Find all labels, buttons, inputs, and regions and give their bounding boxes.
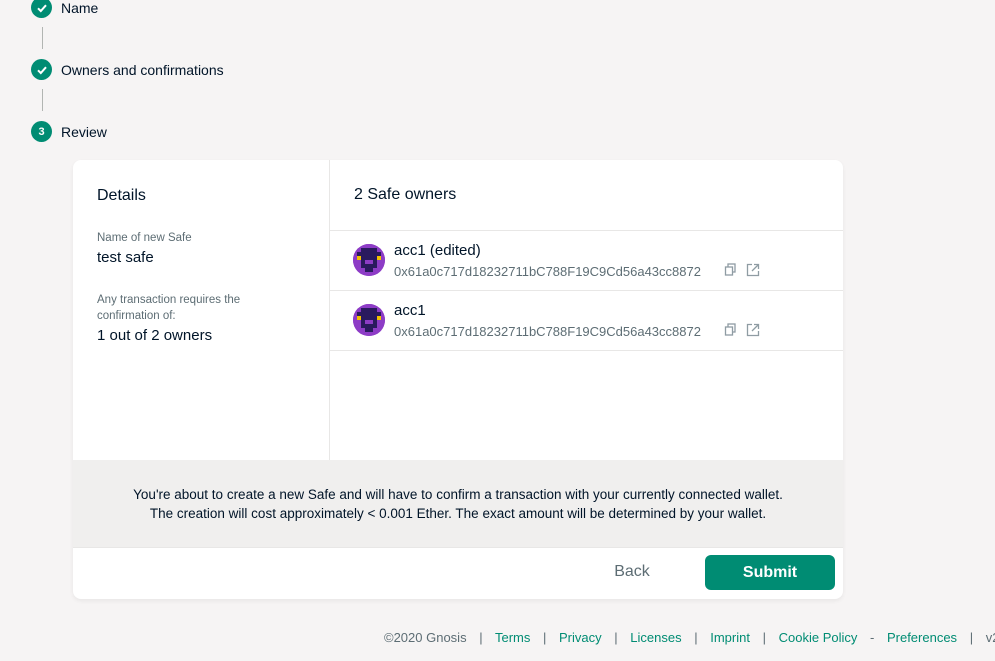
terms-link[interactable]: Terms — [495, 630, 530, 645]
external-link-icon[interactable] — [746, 263, 760, 277]
owners-title: 2 Safe owners — [330, 160, 843, 231]
details-title: Details — [97, 187, 146, 204]
notice-line-2: The creation will cost approximately < 0… — [149, 505, 767, 521]
step-label: Owners and confirmations — [61, 61, 224, 78]
creation-notice: You're about to create a new Safe and wi… — [73, 460, 843, 548]
owner-name: acc1 — [394, 302, 426, 319]
step-connector — [42, 27, 43, 49]
step-review: 3 Review — [31, 121, 107, 142]
step-label: Name — [61, 0, 99, 16]
page-footer: ©2020 Gnosis | Terms | Privacy | License… — [384, 630, 995, 645]
owner-address: 0x61a0c717d18232711bC788F19C9Cd56a43cc88… — [394, 264, 701, 279]
step-owners: Owners and confirmations — [31, 59, 224, 80]
version-label: v2.16.0 — [985, 630, 995, 645]
separator: - — [870, 630, 875, 645]
preferences-link[interactable]: Preferences — [887, 630, 957, 645]
step-label: Review — [61, 123, 107, 140]
copy-icon[interactable] — [724, 323, 738, 337]
separator: | — [614, 630, 618, 645]
copyright: ©2020 Gnosis — [384, 630, 467, 645]
notice-line-1: You're about to create a new Safe and wi… — [133, 486, 783, 502]
step-number: 3 — [31, 121, 52, 142]
cookie-policy-link[interactable]: Cookie Policy — [779, 630, 858, 645]
confirmations-label-line2: confirmation of: — [97, 310, 176, 322]
owner-address: 0x61a0c717d18232711bC788F19C9Cd56a43cc88… — [394, 324, 701, 339]
check-icon — [31, 59, 52, 80]
back-button[interactable]: Back — [593, 554, 671, 590]
separator: | — [479, 630, 483, 645]
check-icon — [31, 0, 52, 18]
external-link-icon[interactable] — [746, 323, 760, 337]
confirmations-value: 1 out of 2 owners — [97, 327, 213, 344]
safe-name-value: test safe — [97, 249, 154, 266]
owners-panel: 2 Safe owners acc1 (edited) 0x61a0c717d1 — [330, 160, 843, 460]
avatar — [353, 244, 385, 276]
separator: | — [694, 630, 698, 645]
imprint-link[interactable]: Imprint — [710, 630, 750, 645]
owner-row: acc1 (edited) 0x61a0c717d18232711bC788F1… — [330, 231, 843, 291]
review-card: Details Name of new Safe test safe Any t… — [73, 160, 843, 599]
step-name: Name — [31, 0, 98, 18]
licenses-link[interactable]: Licenses — [630, 630, 681, 645]
copy-icon[interactable] — [724, 263, 738, 277]
submit-button[interactable]: Submit — [705, 555, 835, 590]
step-connector — [42, 89, 43, 111]
confirmations-label-line1: Any transaction requires the — [97, 294, 241, 306]
privacy-link[interactable]: Privacy — [559, 630, 602, 645]
owner-name: acc1 (edited) — [394, 242, 481, 259]
card-actions: Back Submit — [73, 548, 843, 599]
owner-row: acc1 0x61a0c717d18232711bC788F19C9Cd56a4… — [330, 291, 843, 351]
separator: | — [969, 630, 974, 645]
safe-name-label: Name of new Safe — [97, 232, 192, 244]
details-panel: Details Name of new Safe test safe Any t… — [73, 160, 330, 460]
separator: | — [762, 630, 766, 645]
avatar — [353, 304, 385, 336]
separator: | — [543, 630, 547, 645]
